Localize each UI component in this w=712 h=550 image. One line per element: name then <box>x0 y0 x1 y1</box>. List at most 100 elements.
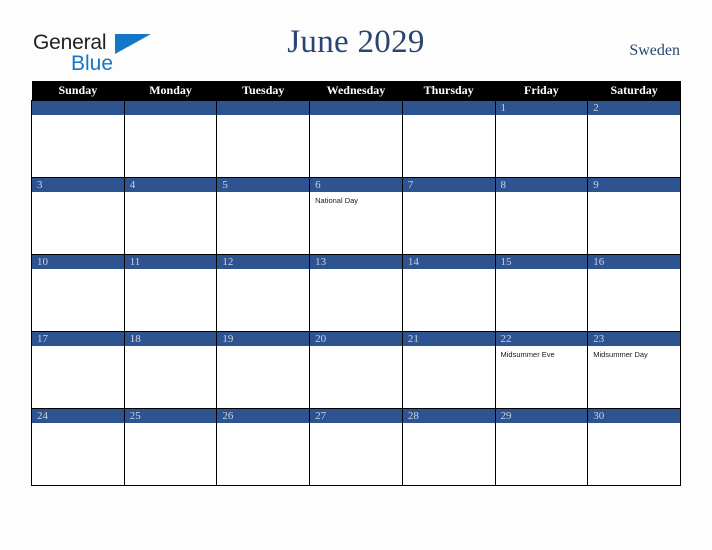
calendar-page: General Blue June 2029 Sweden Sunday Mon… <box>0 0 712 550</box>
day-number: 12 <box>217 255 310 269</box>
day-event <box>310 346 402 350</box>
day-number <box>402 101 495 115</box>
day-event <box>496 269 588 273</box>
calendar-week-row: 3 4 5 6 National Day 7 8 9 <box>31 177 681 255</box>
day-number: 14 <box>402 255 495 269</box>
day-event <box>217 269 309 273</box>
day-event: Midsummer Day <box>593 350 648 359</box>
day-number: 8 <box>495 178 588 192</box>
day-cell[interactable]: 16 <box>587 254 681 332</box>
day-number: 7 <box>402 178 495 192</box>
day-cell[interactable]: 12 <box>216 254 311 332</box>
day-cell[interactable]: 28 <box>401 408 496 486</box>
day-cell[interactable]: 17 <box>31 331 125 409</box>
day-number <box>32 101 124 115</box>
day-cell[interactable]: 5 <box>216 177 311 255</box>
day-cell[interactable] <box>216 100 311 178</box>
day-cell[interactable]: 24 <box>31 408 125 486</box>
weekday-header-tuesday: Tuesday <box>216 81 310 101</box>
day-event: National Day <box>315 196 359 205</box>
day-event <box>32 423 124 427</box>
day-number: 19 <box>217 332 310 346</box>
calendar-week-row: 24 25 26 27 28 29 30 <box>31 408 681 486</box>
day-number: 29 <box>495 409 588 423</box>
day-cell[interactable]: 25 <box>123 408 218 486</box>
day-number: 21 <box>402 332 495 346</box>
day-cell[interactable]: 6 National Day <box>309 177 403 255</box>
day-cell[interactable]: 2 <box>587 100 681 178</box>
day-cell[interactable]: 15 <box>494 254 589 332</box>
day-number <box>124 101 217 115</box>
day-cell[interactable]: 7 <box>401 177 496 255</box>
day-cell[interactable]: 10 <box>31 254 125 332</box>
calendar-grid: Sunday Monday Tuesday Wednesday Thursday… <box>31 81 681 486</box>
day-number: 23 <box>588 332 680 346</box>
day-cell[interactable]: 14 <box>401 254 496 332</box>
page-title: June 2029 <box>287 24 425 60</box>
day-event: Midsummer Eve <box>500 350 555 359</box>
day-number: 27 <box>310 409 402 423</box>
calendar-week-row: 17 18 19 20 21 22 Midsummer Eve 23 Midsumm… <box>31 331 681 409</box>
day-event <box>310 269 402 273</box>
day-cell[interactable]: 3 <box>31 177 125 255</box>
day-cell[interactable]: 1 <box>494 100 589 178</box>
country-label: Sweden <box>629 42 680 59</box>
day-number: 30 <box>588 409 680 423</box>
day-cell[interactable]: 19 <box>216 331 311 409</box>
day-cell[interactable] <box>401 100 496 178</box>
day-cell[interactable]: 23 Midsummer Day <box>587 331 681 409</box>
day-cell[interactable]: 22 Midsummer Eve <box>494 331 589 409</box>
day-event <box>310 115 402 119</box>
day-cell[interactable] <box>31 100 125 178</box>
page-header: General Blue June 2029 Sweden <box>0 24 712 74</box>
day-cell[interactable]: 18 <box>123 331 218 409</box>
day-number: 3 <box>32 178 124 192</box>
day-number: 10 <box>32 255 124 269</box>
day-number: 25 <box>124 409 217 423</box>
day-event <box>588 269 680 273</box>
calendar-week-row: 10 11 12 13 14 15 16 <box>31 254 681 332</box>
calendar-week-row: 1 2 <box>31 100 681 178</box>
day-number: 4 <box>124 178 217 192</box>
day-number: 28 <box>402 409 495 423</box>
day-cell[interactable]: 29 <box>494 408 589 486</box>
day-number: 26 <box>217 409 310 423</box>
day-event <box>496 192 588 196</box>
day-event <box>310 423 402 427</box>
day-event <box>125 269 217 273</box>
day-cell[interactable] <box>309 100 403 178</box>
day-cell[interactable]: 26 <box>216 408 311 486</box>
day-event <box>217 192 309 196</box>
day-cell[interactable]: 20 <box>309 331 403 409</box>
day-event <box>32 269 124 273</box>
day-cell[interactable]: 8 <box>494 177 589 255</box>
day-event <box>125 115 217 119</box>
day-cell[interactable]: 9 <box>587 177 681 255</box>
day-cell[interactable] <box>123 100 218 178</box>
day-cell[interactable]: 27 <box>309 408 403 486</box>
weekday-header-sunday: Sunday <box>31 81 125 101</box>
day-event <box>403 115 495 119</box>
day-number: 5 <box>217 178 310 192</box>
calendar-body: 1 2 3 4 5 6 National Day 7 8 9 10 11 12 1… <box>31 100 681 486</box>
day-event <box>32 192 124 196</box>
day-event <box>125 346 217 350</box>
day-event <box>588 423 680 427</box>
day-event <box>496 423 588 427</box>
day-cell[interactable]: 11 <box>123 254 218 332</box>
weekday-header-friday: Friday <box>495 81 588 101</box>
weekday-header-wednesday: Wednesday <box>309 81 403 101</box>
day-number <box>217 101 310 115</box>
day-number: 11 <box>124 255 217 269</box>
day-number <box>310 101 402 115</box>
day-cell[interactable]: 30 <box>587 408 681 486</box>
day-event <box>403 269 495 273</box>
day-number: 20 <box>310 332 402 346</box>
day-event <box>588 115 680 119</box>
day-event <box>32 115 124 119</box>
day-event <box>217 115 309 119</box>
day-cell[interactable]: 13 <box>309 254 403 332</box>
day-cell[interactable]: 4 <box>123 177 218 255</box>
weekday-header-monday: Monday <box>124 81 217 101</box>
day-cell[interactable]: 21 <box>401 331 496 409</box>
